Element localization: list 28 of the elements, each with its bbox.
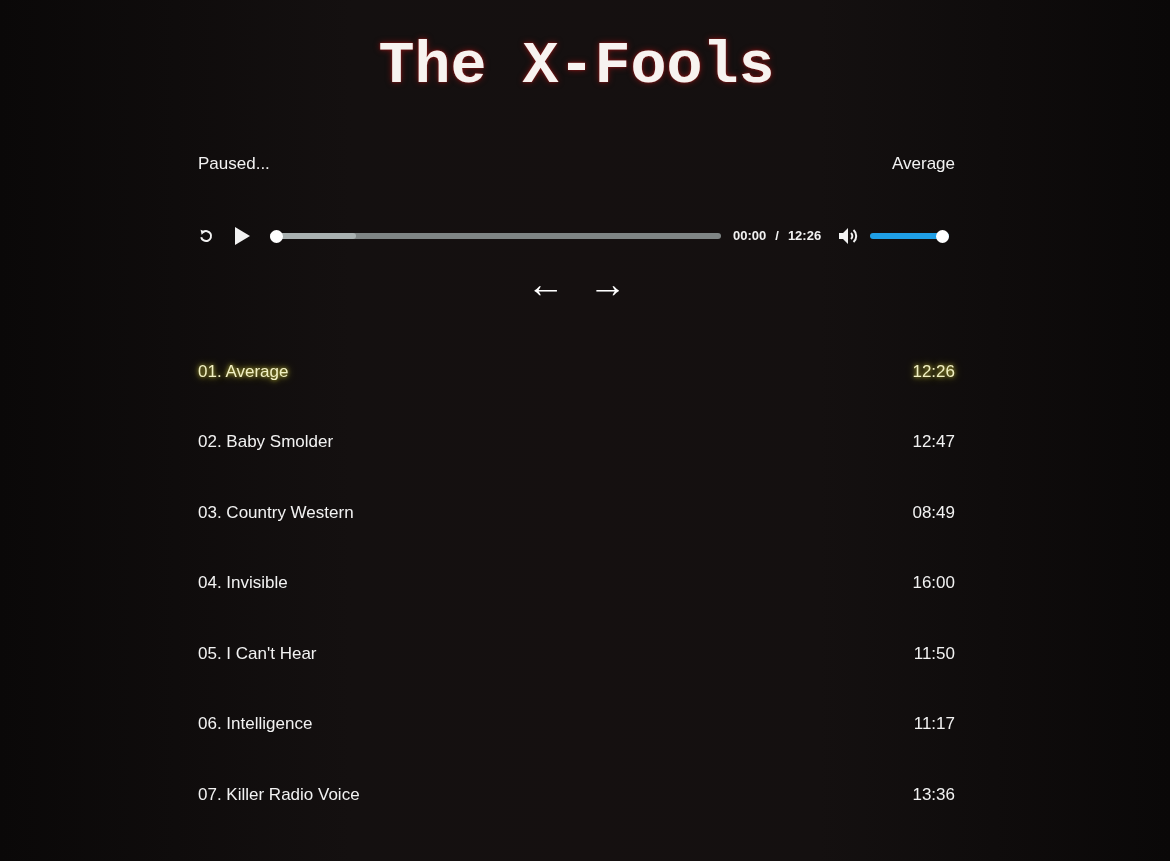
- track-duration: 12:47: [912, 431, 955, 453]
- track-title[interactable]: 05. I Can't Hear: [198, 640, 317, 666]
- track-title[interactable]: 03. Country Western: [198, 499, 354, 525]
- progress-thumb[interactable]: [270, 229, 283, 243]
- previous-track-button[interactable]: ←: [526, 265, 565, 303]
- track-title[interactable]: 01. Average: [198, 358, 289, 384]
- speaker-icon: [839, 227, 859, 245]
- track-duration: 08:49: [912, 501, 955, 524]
- time-separator: /: [775, 227, 779, 246]
- track-duration: 16:00: [912, 572, 955, 594]
- current-time: 00:00: [733, 227, 767, 246]
- track-duration: 11:50: [913, 642, 955, 665]
- play-icon: [234, 227, 250, 245]
- track-title[interactable]: 06. Intelligence: [198, 711, 313, 737]
- track-title[interactable]: 02. Baby Smolder: [198, 429, 334, 455]
- next-track-button[interactable]: →: [588, 265, 627, 303]
- volume-thumb[interactable]: [936, 229, 950, 243]
- track-title[interactable]: 07. Killer Radio Voice: [198, 781, 360, 807]
- track-duration: 12:26: [912, 360, 955, 383]
- band-title: The X-Fools: [378, 36, 775, 96]
- replay-button[interactable]: [197, 227, 215, 245]
- replay-icon: [198, 228, 214, 244]
- now-playing-title: Average: [892, 153, 955, 176]
- playback-status: Paused...: [198, 153, 270, 176]
- track-duration: 13:36: [912, 783, 955, 806]
- total-time: 12:26: [787, 227, 822, 246]
- track-duration: 11:17: [913, 713, 955, 735]
- track-title[interactable]: 04. Invisible: [198, 570, 288, 596]
